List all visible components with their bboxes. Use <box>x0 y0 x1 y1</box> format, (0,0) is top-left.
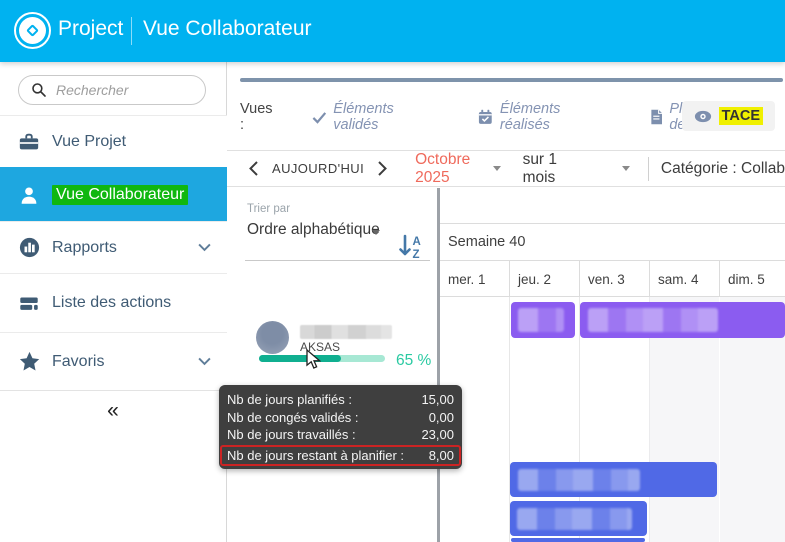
prev-period-button[interactable] <box>243 161 264 176</box>
task-bar-purple-2[interactable] <box>580 302 785 338</box>
category-selector[interactable]: Catégorie : Collab <box>661 160 785 178</box>
today-button[interactable]: AUJOURD'HUI <box>272 161 364 176</box>
month-selector[interactable]: Octobre 2025 <box>415 151 500 187</box>
svg-text:Z: Z <box>413 249 420 260</box>
workload-progress-bar[interactable] <box>259 355 385 362</box>
chevron-right-icon <box>378 161 387 176</box>
horizontal-scrollbar[interactable] <box>240 78 783 82</box>
day-header: sam. 4 <box>649 261 719 297</box>
sidebar-item-favoris[interactable]: Favoris <box>0 332 227 390</box>
day-header: mer. 1 <box>440 261 509 297</box>
day-header: dim. 5 <box>719 261 785 297</box>
view-link-label: Éléments réalisés <box>500 101 612 133</box>
tooltip-row: Nb de jours planifiés :15,00 <box>227 391 454 409</box>
page-title: Vue Collaborateur <box>143 17 312 41</box>
search-icon <box>31 82 47 98</box>
month-label: Octobre 2025 <box>415 151 484 187</box>
calendar-check-icon <box>478 109 493 125</box>
list-icon <box>17 291 41 315</box>
views-label: Vues : <box>240 101 280 133</box>
avatar[interactable] <box>256 321 289 354</box>
caret-down-icon[interactable] <box>622 166 630 171</box>
svg-text:A: A <box>413 236 421 248</box>
day-header: ven. 3 <box>579 261 649 297</box>
tace-label: TACE <box>719 107 763 125</box>
masked-task-label <box>588 308 718 332</box>
workload-tooltip: Nb de jours planifiés :15,00 Nb de congé… <box>219 385 462 469</box>
sort-panel-underline <box>245 260 430 261</box>
star-icon <box>17 350 41 374</box>
task-bar-blue-3[interactable] <box>511 538 645 542</box>
chart-circle-icon <box>17 236 41 260</box>
masked-task-label <box>518 308 564 332</box>
chevron-down-icon[interactable] <box>198 353 211 371</box>
task-bar-purple-1[interactable] <box>511 302 575 338</box>
eye-icon <box>694 110 712 123</box>
sidebar-collapse-button[interactable]: « <box>0 390 227 430</box>
view-link-elements-valides[interactable]: Éléments validés <box>312 101 441 133</box>
progress-percent-label: 65 % <box>396 352 431 370</box>
collaborator-name-masked <box>300 325 392 339</box>
search-box[interactable] <box>18 75 206 105</box>
mouse-cursor <box>306 349 321 370</box>
gantt-bars-layer <box>440 297 785 542</box>
day-header: jeu. 2 <box>509 261 579 297</box>
sort-by-label: Trier par <box>247 203 290 215</box>
tooltip-row: Nb de congés validés :0,00 <box>227 409 454 427</box>
sidebar-item-liste-des-actions[interactable]: Liste des actions <box>0 273 227 332</box>
app-name: Project <box>58 17 123 41</box>
app-header: Project Vue Collaborateur <box>0 0 785 62</box>
sidebar-item-rapports[interactable]: Rapports <box>0 221 227 273</box>
masked-task-label <box>517 508 632 530</box>
app-window: Project Vue Collaborateur Vue Projet <box>0 0 785 542</box>
tooltip-row-highlighted: Nb de jours restant à planifier :8,00 <box>220 445 461 467</box>
tooltip-row: Nb de jours travaillés :23,00 <box>227 426 454 444</box>
search-input[interactable] <box>56 82 186 98</box>
views-bar: Vues : Éléments validés Éléments réalisé… <box>240 100 785 134</box>
sidebar-item-label: Favoris <box>52 353 104 371</box>
active-item-label: Vue Collaborateur <box>52 185 188 205</box>
tace-button[interactable]: TACE <box>682 101 775 131</box>
sidebar-item-label: Vue Projet <box>52 133 126 151</box>
next-period-button[interactable] <box>372 161 393 176</box>
toolbar-divider <box>648 157 649 181</box>
person-icon <box>17 183 41 207</box>
masked-task-label <box>518 469 640 491</box>
document-icon <box>650 109 663 125</box>
task-bar-blue-1[interactable] <box>510 462 717 497</box>
chevron-left-icon <box>249 161 258 176</box>
caret-down-icon[interactable] <box>372 230 380 235</box>
app-logo-icon[interactable] <box>14 12 51 49</box>
caret-down-icon <box>493 166 501 171</box>
sidebar-item-label: Rapports <box>52 239 117 257</box>
week-header: Semaine 40 <box>440 223 785 261</box>
progress-fill <box>259 355 341 362</box>
day-header-row: mer. 1 jeu. 2 ven. 3 sam. 4 dim. 5 <box>440 261 785 297</box>
chevron-down-icon[interactable] <box>198 239 211 257</box>
sort-order-dropdown[interactable]: Ordre alphabétique <box>247 221 380 239</box>
view-link-label: Éléments validés <box>333 101 440 133</box>
sidebar-item-vue-collaborateur[interactable]: Vue Collaborateur <box>0 167 227 221</box>
sidebar: Vue Projet Vue Collaborateur Rapport <box>0 62 227 542</box>
briefcase-icon <box>17 130 41 154</box>
range-selector[interactable]: sur 1 mois <box>523 151 579 187</box>
task-bar-blue-2[interactable] <box>510 501 647 536</box>
check-icon <box>312 111 327 124</box>
view-link-elements-realises[interactable]: Éléments réalisés <box>478 101 611 133</box>
sidebar-item-label: Liste des actions <box>52 294 171 312</box>
date-navigation-bar: AUJOURD'HUI Octobre 2025 sur 1 mois Caté… <box>227 150 785 187</box>
header-divider <box>131 17 132 45</box>
week-label: Semaine 40 <box>448 234 525 250</box>
sidebar-item-vue-projet[interactable]: Vue Projet <box>0 115 227 167</box>
